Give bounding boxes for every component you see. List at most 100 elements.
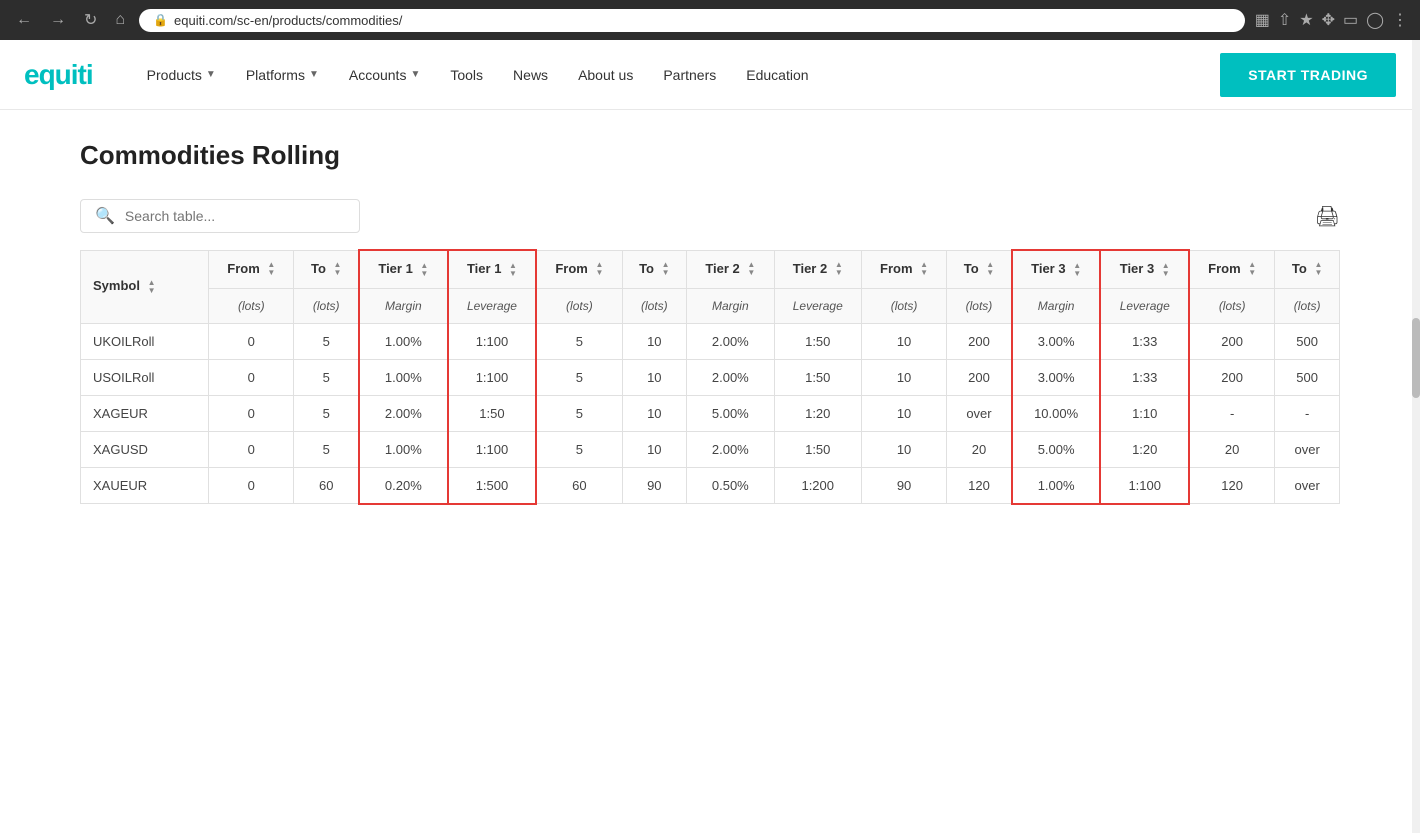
td-symbol: USOILRoll: [81, 359, 209, 395]
cast-icon[interactable]: ▦: [1255, 10, 1270, 30]
profile-icon[interactable]: ◯: [1366, 10, 1384, 30]
th-sub-to-t2: (lots): [622, 288, 687, 323]
th-from-t3[interactable]: From ▲▼: [861, 250, 946, 288]
forward-button[interactable]: →: [46, 9, 70, 31]
th-to-t3[interactable]: To ▲▼: [947, 250, 1012, 288]
bookmark-icon[interactable]: ★: [1299, 10, 1313, 30]
td-cell: 200: [947, 359, 1012, 395]
td-cell: over: [947, 395, 1012, 431]
search-input[interactable]: [125, 208, 325, 224]
main-nav: equiti Products ▼ Platforms ▼ Accounts ▼…: [0, 40, 1420, 110]
td-cell: 120: [947, 467, 1012, 504]
table-wrapper: Symbol ▲▼ From ▲▼ To ▲▼ Tier 1 ▲▼ Tier 1…: [80, 249, 1340, 505]
td-cell: 1.00%: [359, 323, 448, 359]
tier1-leverage-sort-icon: ▲▼: [509, 262, 517, 278]
th-sub-from-t3: (lots): [861, 288, 946, 323]
tier3-leverage-sort-icon: ▲▼: [1162, 262, 1170, 278]
th-sub-to-t3: (lots): [947, 288, 1012, 323]
back-button[interactable]: ←: [12, 9, 36, 31]
td-cell: 5: [294, 395, 359, 431]
td-cell: 200: [1189, 359, 1275, 395]
td-cell: 10: [622, 359, 687, 395]
th-tier3-margin[interactable]: Tier 3 ▲▼: [1012, 250, 1101, 288]
td-cell: 1:50: [774, 323, 861, 359]
th-to-t4[interactable]: To ▲▼: [1275, 250, 1340, 288]
td-cell: 1:33: [1100, 359, 1189, 395]
td-cell: 5: [536, 431, 622, 467]
td-symbol: XAUEUR: [81, 467, 209, 504]
th-to-t2[interactable]: To ▲▼: [622, 250, 687, 288]
nav-platforms[interactable]: Platforms ▼: [232, 59, 333, 91]
th-sub-tier3-leverage: Leverage: [1100, 288, 1189, 323]
td-cell: 5: [536, 323, 622, 359]
td-cell: over: [1275, 467, 1340, 504]
browser-bar: ← → ↻ ⌂ 🔒 equiti.com/sc-en/products/comm…: [0, 0, 1420, 40]
th-symbol[interactable]: Symbol ▲▼: [81, 250, 209, 323]
reload-button[interactable]: ↻: [80, 8, 101, 32]
td-cell: 3.00%: [1012, 323, 1101, 359]
print-icon[interactable]: 🖨: [1315, 204, 1340, 229]
platforms-dropdown-icon: ▼: [309, 69, 319, 80]
to-t2-sort-icon: ▲▼: [662, 261, 670, 277]
td-cell: 10: [861, 431, 946, 467]
th-tier1-margin[interactable]: Tier 1 ▲▼: [359, 250, 448, 288]
td-cell: 1:20: [774, 395, 861, 431]
fullscreen-icon[interactable]: ▭: [1343, 10, 1358, 30]
th-tier1-leverage[interactable]: Tier 1 ▲▼: [448, 250, 537, 288]
td-cell: 1:50: [774, 431, 861, 467]
td-cell: over: [1275, 431, 1340, 467]
td-cell: 20: [947, 431, 1012, 467]
url-bar[interactable]: 🔒 equiti.com/sc-en/products/commodities/: [139, 9, 1245, 32]
th-sub-tier2-margin: Margin: [687, 288, 774, 323]
th-to-t1[interactable]: To ▲▼: [294, 250, 359, 288]
td-cell: 60: [536, 467, 622, 504]
nav-tools[interactable]: Tools: [436, 59, 497, 91]
nav-education[interactable]: Education: [732, 59, 822, 91]
th-sub-tier1-margin: Margin: [359, 288, 448, 323]
td-cell: 2.00%: [359, 395, 448, 431]
td-cell: 0: [209, 467, 294, 504]
menu-icon[interactable]: ⋮: [1392, 10, 1408, 30]
table-row: USOILRoll051.00%1:1005102.00%1:50102003.…: [81, 359, 1340, 395]
td-cell: 1.00%: [359, 431, 448, 467]
nav-products[interactable]: Products ▼: [133, 59, 230, 91]
th-sub-tier2-leverage: Leverage: [774, 288, 861, 323]
symbol-sort-icon: ▲▼: [148, 279, 156, 295]
nav-news[interactable]: News: [499, 59, 562, 91]
th-from-t2[interactable]: From ▲▼: [536, 250, 622, 288]
td-cell: 5: [294, 323, 359, 359]
nav-about-us[interactable]: About us: [564, 59, 647, 91]
tier2-margin-sort-icon: ▲▼: [747, 261, 755, 277]
search-box[interactable]: 🔍: [80, 199, 360, 233]
th-tier2-leverage[interactable]: Tier 2 ▲▼: [774, 250, 861, 288]
th-from-t1[interactable]: From ▲▼: [209, 250, 294, 288]
td-cell: 5.00%: [687, 395, 774, 431]
table-body: UKOILRoll051.00%1:1005102.00%1:50102003.…: [81, 323, 1340, 504]
start-trading-button[interactable]: START TRADING: [1220, 53, 1396, 97]
th-tier3-leverage[interactable]: Tier 3 ▲▼: [1100, 250, 1189, 288]
td-cell: 1:200: [774, 467, 861, 504]
extension-icon[interactable]: ✥: [1322, 10, 1335, 30]
scrollbar-track: [1412, 40, 1420, 833]
nav-accounts[interactable]: Accounts ▼: [335, 59, 435, 91]
th-tier2-margin[interactable]: Tier 2 ▲▼: [687, 250, 774, 288]
td-cell: 120: [1189, 467, 1275, 504]
td-cell: 0: [209, 395, 294, 431]
home-button[interactable]: ⌂: [111, 9, 129, 31]
td-cell: 10: [622, 323, 687, 359]
logo[interactable]: equiti: [24, 59, 93, 91]
table-header-row: Symbol ▲▼ From ▲▼ To ▲▼ Tier 1 ▲▼ Tier 1…: [81, 250, 1340, 288]
from-t3-sort-icon: ▲▼: [920, 261, 928, 277]
share-icon[interactable]: ⇧: [1278, 10, 1291, 30]
td-cell: 200: [947, 323, 1012, 359]
td-cell: 20: [1189, 431, 1275, 467]
table-row: XAGEUR052.00%1:505105.00%1:2010over10.00…: [81, 395, 1340, 431]
td-cell: 1:100: [1100, 467, 1189, 504]
nav-partners[interactable]: Partners: [649, 59, 730, 91]
td-cell: 10: [861, 323, 946, 359]
th-from-t4[interactable]: From ▲▼: [1189, 250, 1275, 288]
td-cell: 0: [209, 359, 294, 395]
scrollbar-thumb[interactable]: [1412, 318, 1420, 398]
td-symbol: UKOILRoll: [81, 323, 209, 359]
table-sub-header-row: (lots) (lots) Margin Leverage (lots) (lo…: [81, 288, 1340, 323]
